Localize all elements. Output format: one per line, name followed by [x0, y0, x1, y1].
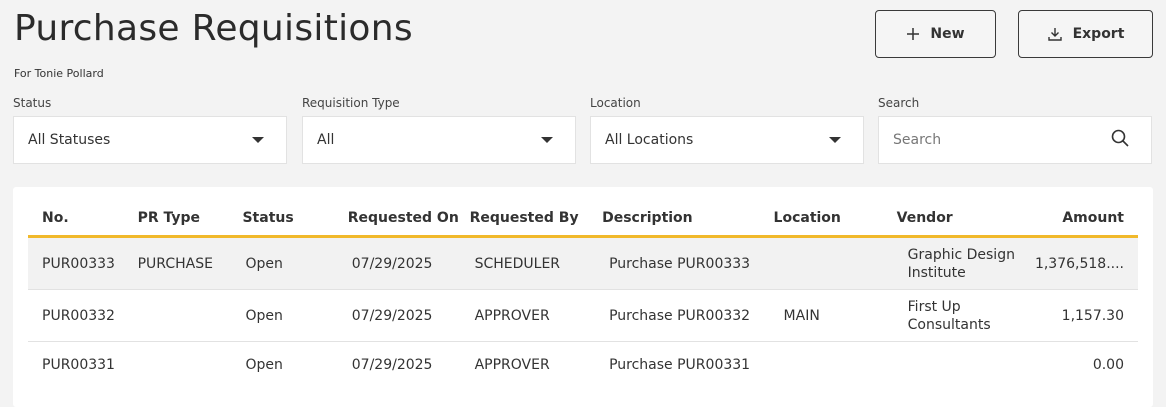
search-filter-label: Search [878, 96, 920, 110]
cell-pr-type [138, 342, 243, 389]
vendor-text: Graphic Design Institute [907, 246, 1015, 281]
export-button[interactable]: Export [1018, 10, 1153, 58]
cell-no: PUR00332 [28, 289, 138, 342]
cell-requested-on: 07/29/2025 [347, 289, 470, 342]
cell-requested-by: APPROVER [469, 289, 603, 342]
cell-description: Purchase PUR00333 [602, 236, 774, 290]
cell-status: Open [242, 289, 348, 342]
column-header-requested-by[interactable]: Requested By [469, 201, 603, 238]
cell-status: Open [242, 236, 348, 290]
new-button-label: New [930, 26, 965, 42]
search-placeholder: Search [893, 132, 942, 148]
cell-requested-on: 07/29/2025 [351, 357, 433, 373]
cell-pr-type [137, 289, 243, 342]
export-button-label: Export [1072, 26, 1125, 42]
cell-location: MAIN [773, 289, 897, 342]
column-header-vendor[interactable]: Vendor [896, 201, 1035, 238]
search-filter: Search Search [878, 96, 1152, 164]
cell-vendor: First Up Consultants [896, 289, 1035, 342]
requisition-type-select[interactable]: All [302, 116, 576, 164]
status-filter-label: Status [13, 96, 52, 110]
cell-amount: 1,376,518.... [1034, 236, 1138, 290]
new-button[interactable]: New [875, 10, 996, 58]
cell-location [773, 236, 897, 290]
column-header-status[interactable]: Status [242, 201, 348, 238]
location-filter-label: Location [590, 96, 641, 110]
location-select-value: All Locations [605, 132, 694, 148]
cell-no: PUR00333 [28, 236, 138, 290]
requisition-type-filter-label: Requisition Type [302, 96, 400, 110]
cell-pr-type: PURCHASE [137, 236, 243, 290]
vendor-text: First Up Consultants [907, 298, 991, 333]
cell-requested-on: 07/29/2025 [347, 236, 470, 290]
cell-amount: 0.00 [1092, 357, 1124, 373]
table-row[interactable]: PUR00333 PURCHASE Open 07/29/2025 SCHEDU… [28, 236, 1138, 290]
location-filter: Location All Locations [590, 96, 864, 164]
cell-vendor [897, 342, 1035, 389]
requisition-type-select-value: All [317, 132, 335, 148]
cell-location [774, 342, 897, 389]
status-select[interactable]: All Statuses [13, 116, 287, 164]
column-header-requested-on[interactable]: Requested On [347, 201, 470, 238]
status-select-value: All Statuses [28, 132, 111, 148]
search-icon[interactable] [1111, 129, 1129, 151]
cell-description: Purchase PUR00332 [602, 289, 774, 342]
table-row[interactable]: PUR00332 Open 07/29/2025 APPROVER Purcha… [28, 289, 1138, 342]
search-input[interactable]: Search [878, 116, 1152, 164]
cell-no: PUR00331 [42, 357, 115, 373]
download-icon [1047, 26, 1063, 42]
column-header-pr-type[interactable]: PR Type [137, 201, 243, 238]
table-header-row: No. PR Type Status Requested On Requeste… [28, 201, 1138, 238]
cell-requested-by: APPROVER [474, 357, 550, 373]
chevron-down-icon [829, 137, 841, 143]
column-header-amount[interactable]: Amount [1034, 201, 1138, 238]
column-header-location[interactable]: Location [773, 201, 897, 238]
requisitions-panel: No. PR Type Status Requested On Requeste… [13, 187, 1153, 407]
location-select[interactable]: All Locations [590, 116, 864, 164]
status-filter: Status All Statuses [13, 96, 287, 164]
column-header-no[interactable]: No. [28, 201, 138, 238]
cell-status: Open [245, 357, 283, 373]
cell-description: Purchase PUR00331 [609, 357, 751, 373]
cell-vendor: Graphic Design Institute [896, 236, 1035, 290]
plus-icon [906, 27, 920, 41]
requisition-type-filter: Requisition Type All [302, 96, 576, 164]
page-title: Purchase Requisitions [14, 8, 413, 49]
column-header-description[interactable]: Description [602, 201, 774, 238]
cell-amount: 1,157.30 [1034, 289, 1138, 342]
chevron-down-icon [541, 137, 553, 143]
page-subtitle: For Tonie Pollard [14, 67, 104, 80]
cell-requested-by: SCHEDULER [469, 236, 603, 290]
chevron-down-icon [252, 137, 264, 143]
table-row[interactable]: PUR00331 Open 07/29/2025 APPROVER Purcha… [28, 342, 1138, 389]
requisitions-table: No. PR Type Status Requested On Requeste… [28, 201, 1138, 388]
